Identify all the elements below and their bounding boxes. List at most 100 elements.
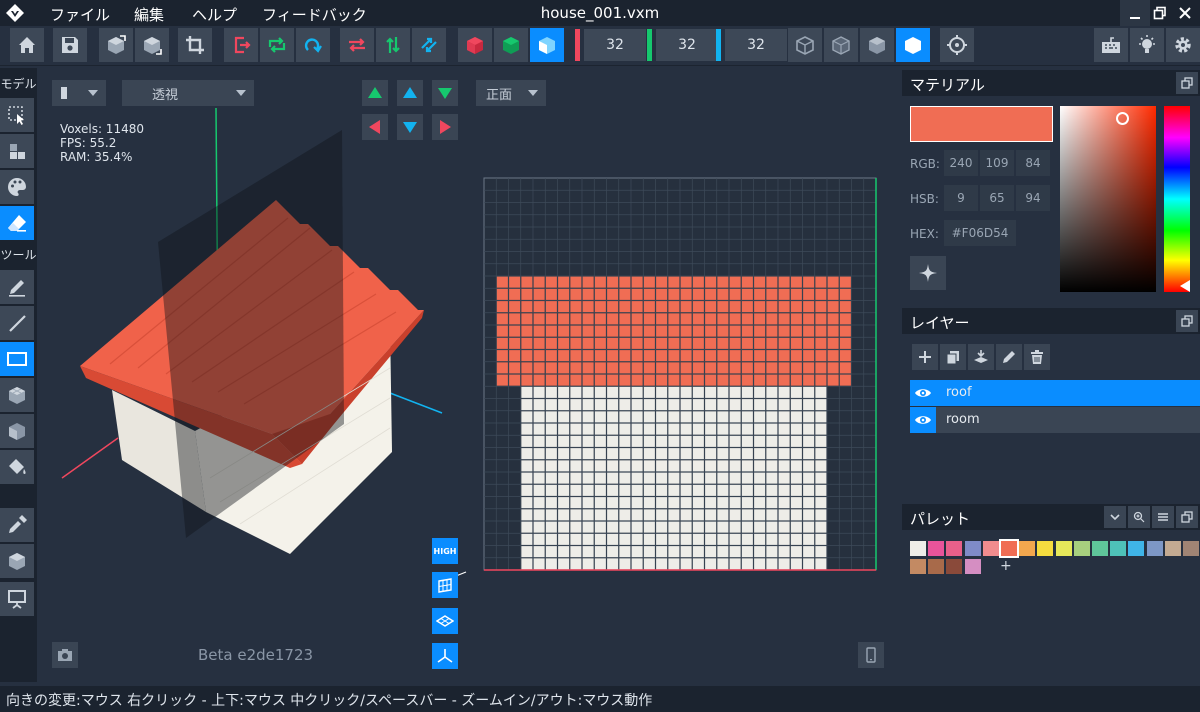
layer-visibility-toggle[interactable]	[910, 407, 936, 433]
outline-cube-button[interactable]	[824, 28, 858, 62]
solid-cube-button[interactable]	[896, 28, 930, 62]
screenshot-button[interactable]	[52, 642, 78, 668]
cube-red-button[interactable]	[458, 28, 492, 62]
light-button[interactable]	[1130, 28, 1164, 62]
palette-swatch[interactable]	[1110, 541, 1127, 556]
cube-blue-button[interactable]	[530, 28, 564, 62]
palette-swatch[interactable]	[910, 541, 926, 556]
move-left-red-button[interactable]	[362, 114, 388, 140]
picker-handle[interactable]	[1116, 112, 1129, 125]
delete-layer-button[interactable]	[1024, 344, 1050, 370]
palette-swatch[interactable]	[910, 559, 926, 574]
app-logo-icon[interactable]	[5, 3, 25, 23]
eraser-tool-button[interactable]	[0, 206, 34, 240]
add-layer-button[interactable]	[912, 344, 938, 370]
eyedropper-tool-button[interactable]	[0, 508, 34, 542]
palette-menu-button[interactable]	[1152, 506, 1174, 528]
swap-z-button[interactable]	[412, 28, 446, 62]
cube-green-button[interactable]	[494, 28, 528, 62]
layer-visibility-toggle[interactable]	[910, 380, 936, 406]
rgb-b-field[interactable]: 84	[1016, 150, 1050, 176]
keyboard-button[interactable]	[1094, 28, 1128, 62]
move-down-blue-button[interactable]	[397, 114, 423, 140]
extrude-tool-button[interactable]	[0, 414, 34, 448]
pencil-tool-button[interactable]	[0, 270, 34, 304]
layout-tool-button[interactable]	[0, 134, 34, 168]
front-view-grid[interactable]	[483, 177, 877, 571]
box-tool-button[interactable]	[0, 378, 34, 412]
face-select[interactable]: 正面	[476, 80, 546, 106]
palette-swatch[interactable]	[1128, 541, 1145, 556]
palette-swatch[interactable]	[1055, 541, 1072, 556]
material-popout-button[interactable]	[1176, 72, 1198, 94]
menu-help[interactable]: ヘルプ	[192, 4, 237, 25]
fill-tool-button[interactable]	[0, 450, 34, 484]
layers-popout-button[interactable]	[1176, 310, 1198, 332]
voxel-object-button[interactable]	[0, 544, 34, 578]
export-voxel-button[interactable]	[135, 28, 169, 62]
redo-button[interactable]	[296, 28, 330, 62]
hsb-b-field[interactable]: 94	[1016, 185, 1050, 211]
move-right-red-button[interactable]	[432, 114, 458, 140]
palette-dropdown-button[interactable]	[1104, 506, 1126, 528]
wire-cube-button[interactable]	[788, 28, 822, 62]
target-button[interactable]	[940, 28, 974, 62]
palette-swatch[interactable]	[928, 541, 945, 556]
layer-row-room[interactable]: room	[910, 407, 1200, 433]
move-up-blue-button[interactable]	[397, 80, 423, 106]
current-color-swatch[interactable]	[910, 106, 1053, 142]
view-layout-select[interactable]	[52, 80, 106, 106]
scene-canvas[interactable]	[40, 68, 892, 680]
emission-button[interactable]	[910, 256, 946, 290]
save-button[interactable]	[53, 28, 87, 62]
axis-view-button[interactable]	[432, 643, 458, 669]
loop-button[interactable]	[260, 28, 294, 62]
layer-row-roof[interactable]: roof	[910, 380, 1200, 406]
move-up-green-button[interactable]	[362, 80, 388, 106]
import-voxel-button[interactable]	[99, 28, 133, 62]
hsb-h-field[interactable]: 9	[944, 185, 978, 211]
viewport[interactable]: 透視 正面 Voxels: 11480 FPS: 55.2 RAM: 35.4%…	[40, 68, 892, 680]
swap-y-button[interactable]	[376, 28, 410, 62]
palette-swatch[interactable]	[1019, 541, 1036, 556]
rgb-r-field[interactable]: 240	[944, 150, 978, 176]
palette-swatch[interactable]	[982, 541, 999, 556]
saturation-brightness-picker[interactable]	[1060, 106, 1156, 292]
merge-layer-button[interactable]	[968, 344, 994, 370]
home-button[interactable]	[10, 28, 44, 62]
y-dimension-input[interactable]: 32	[656, 29, 718, 61]
palette-swatch[interactable]	[999, 539, 1019, 558]
swap-x-button[interactable]	[340, 28, 374, 62]
palette-swatch[interactable]	[1146, 541, 1163, 556]
close-button[interactable]	[1170, 0, 1200, 26]
line-tool-button[interactable]	[0, 306, 34, 340]
device-preview-button[interactable]	[858, 642, 884, 668]
crop-button[interactable]	[178, 28, 212, 62]
palette-swatch[interactable]	[1183, 541, 1199, 556]
rectangle-tool-button[interactable]	[0, 342, 34, 376]
rename-layer-button[interactable]	[996, 344, 1022, 370]
settings-button[interactable]	[1166, 28, 1200, 62]
z-dimension-input[interactable]: 32	[725, 29, 787, 61]
palette-swatch[interactable]	[928, 559, 945, 574]
menu-edit[interactable]: 編集	[134, 4, 164, 25]
menu-feedback[interactable]: フィードバック	[262, 4, 367, 25]
palette-swatch[interactable]	[946, 559, 963, 574]
palette-swatch[interactable]	[1037, 541, 1054, 556]
exit-button[interactable]	[224, 28, 258, 62]
palette-popout-button[interactable]	[1176, 506, 1198, 528]
hsb-s-field[interactable]: 65	[980, 185, 1014, 211]
palette-swatch[interactable]	[1164, 541, 1181, 556]
x-dimension-input[interactable]: 32	[584, 29, 646, 61]
palette-swatch[interactable]	[946, 541, 963, 556]
hue-slider[interactable]	[1164, 106, 1190, 292]
palette-swatch[interactable]	[1073, 541, 1090, 556]
hex-field[interactable]: #F06D54	[944, 220, 1016, 246]
select-tool-button[interactable]	[0, 98, 34, 132]
floor-view-button[interactable]	[432, 608, 458, 634]
presentation-button[interactable]	[0, 582, 34, 616]
projection-select[interactable]: 透視	[122, 80, 254, 106]
paint-palette-button[interactable]	[0, 170, 34, 204]
shaded-cube-button[interactable]	[860, 28, 894, 62]
quality-high-button[interactable]: HIGH	[432, 538, 458, 564]
